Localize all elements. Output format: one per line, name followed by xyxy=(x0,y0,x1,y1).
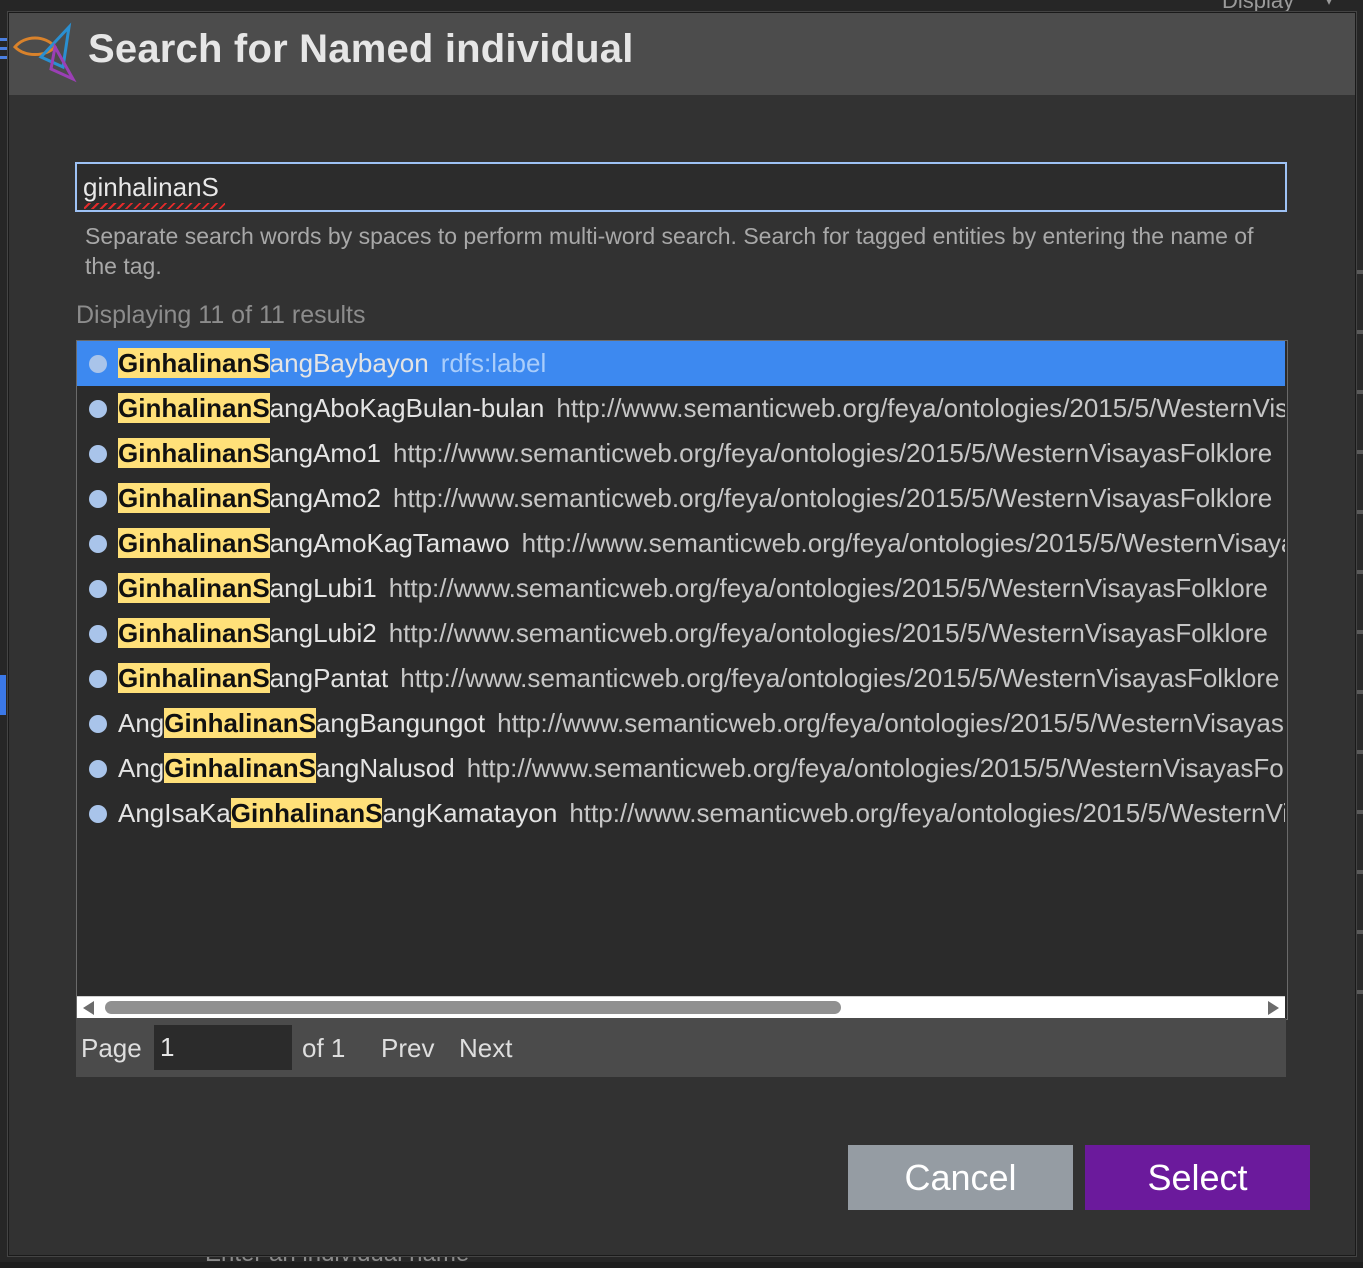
result-label: GinhalinanSangAmoKagTamawo http://www.sem… xyxy=(118,521,1285,566)
individual-bullet-icon xyxy=(89,715,107,733)
result-label: GinhalinanSangLubi2 http://www.semanticwe… xyxy=(118,611,1268,656)
result-suffix: angNalusod xyxy=(315,753,455,783)
result-detail: http://www.semanticweb.org/feya/ontologi… xyxy=(388,573,1268,603)
result-detail: http://www.semanticweb.org/feya/ontologi… xyxy=(393,438,1273,468)
result-match-highlight: GinhalinanS xyxy=(164,708,316,738)
page-number-input[interactable] xyxy=(154,1025,292,1070)
result-match-highlight: GinhalinanS xyxy=(118,618,270,648)
result-detail: http://www.semanticweb.org/feya/ontologi… xyxy=(400,663,1280,693)
background-scroll-markers xyxy=(1355,240,1363,1040)
result-row[interactable]: GinhalinanSangAmo1 http://www.semanticweb… xyxy=(77,431,1285,476)
result-detail: http://www.semanticweb.org/feya/ontologi… xyxy=(388,618,1268,648)
result-detail: http://www.semanticweb.org/feya/ontologi… xyxy=(556,393,1285,423)
result-label: AngGinhalinanSangNalusod http://www.seman… xyxy=(118,746,1285,791)
result-suffix: angAboKagBulan-bulan xyxy=(269,393,545,423)
scroll-left-icon[interactable] xyxy=(83,1001,94,1015)
result-label: AngIsaKaGinhalinanSangKamatayon http://ww… xyxy=(118,791,1285,836)
search-dialog: Search for Named individual Separate sea… xyxy=(8,12,1356,1256)
result-detail: http://www.semanticweb.org/feya/ontologi… xyxy=(466,753,1285,783)
result-match-highlight: GinhalinanS xyxy=(230,798,383,828)
app-logo-icon xyxy=(12,22,77,83)
result-match-highlight: GinhalinanS xyxy=(118,348,270,378)
result-row[interactable]: GinhalinanSangPantat http://www.semanticw… xyxy=(77,656,1285,701)
page-total-label: of 1 xyxy=(302,1033,346,1063)
result-row[interactable]: AngGinhalinanSangBangungot http://www.sem… xyxy=(77,701,1285,746)
result-suffix: angAmo2 xyxy=(269,483,381,513)
scroll-right-icon[interactable] xyxy=(1268,1001,1279,1015)
search-help-text: Separate search words by spaces to perfo… xyxy=(85,223,1254,279)
result-detail: rdfs:label xyxy=(440,348,547,378)
result-row[interactable]: GinhalinanSangBaybayon rdfs:label xyxy=(77,341,1285,386)
result-match-highlight: GinhalinanS xyxy=(118,528,270,558)
result-label: AngGinhalinanSangBangungot http://www.sem… xyxy=(118,701,1285,746)
individual-bullet-icon xyxy=(89,805,107,823)
result-label: GinhalinanSangBaybayon rdfs:label xyxy=(118,341,546,386)
result-suffix: angBangungot xyxy=(315,708,486,738)
result-row[interactable]: GinhalinanSangLubi1 http://www.semanticwe… xyxy=(77,566,1285,611)
results-count: Displaying 11 of 11 results xyxy=(76,301,366,329)
result-prefix: Ang xyxy=(118,753,165,783)
result-row[interactable]: AngGinhalinanSangNalusod http://www.seman… xyxy=(77,746,1285,791)
page-label: Page xyxy=(81,1033,142,1063)
result-row[interactable]: AngIsaKaGinhalinanSangKamatayon http://ww… xyxy=(77,791,1285,836)
individual-bullet-icon xyxy=(89,490,107,508)
result-label: GinhalinanSangPantat http://www.semanticw… xyxy=(118,656,1279,701)
cancel-button[interactable]: Cancel xyxy=(848,1145,1073,1210)
result-label: GinhalinanSangAmo2 http://www.semanticweb… xyxy=(118,476,1272,521)
horizontal-scrollbar[interactable] xyxy=(77,996,1285,1019)
result-suffix: angAmo1 xyxy=(269,438,381,468)
result-row[interactable]: GinhalinanSangAmo2 http://www.semanticweb… xyxy=(77,476,1285,521)
result-detail: http://www.semanticweb.org/feya/ontologi… xyxy=(569,798,1285,828)
result-suffix: angLubi2 xyxy=(269,618,377,648)
search-input[interactable] xyxy=(75,162,1287,212)
individual-bullet-icon xyxy=(89,535,107,553)
background-tab-indicator xyxy=(0,675,6,715)
result-suffix: angKamatayon xyxy=(382,798,558,828)
result-label: GinhalinanSangAmo1 http://www.semanticweb… xyxy=(118,431,1272,476)
select-button[interactable]: Select xyxy=(1085,1145,1310,1210)
result-suffix: angLubi1 xyxy=(269,573,377,603)
individual-bullet-icon xyxy=(89,400,107,418)
result-prefix: AngIsaKa xyxy=(118,798,231,828)
individual-bullet-icon xyxy=(89,580,107,598)
result-label: GinhalinanSangLubi1 http://www.semanticwe… xyxy=(118,566,1268,611)
result-detail: http://www.semanticweb.org/feya/ontologi… xyxy=(521,528,1285,558)
result-match-highlight: GinhalinanS xyxy=(118,483,270,513)
result-detail: http://www.semanticweb.org/feya/ontologi… xyxy=(393,483,1273,513)
result-row[interactable]: GinhalinanSangLubi2 http://www.semanticwe… xyxy=(77,611,1285,656)
individual-bullet-icon xyxy=(89,760,107,778)
results-list[interactable]: GinhalinanSangBaybayon rdfs:label Ginhalin… xyxy=(76,340,1288,1020)
result-match-highlight: GinhalinanS xyxy=(164,753,316,783)
result-prefix: Ang xyxy=(118,708,165,738)
result-row[interactable]: GinhalinanSangAboKagBulan-bulan http://ww… xyxy=(77,386,1285,431)
result-match-highlight: GinhalinanS xyxy=(118,663,270,693)
result-row[interactable]: GinhalinanSangAmoKagTamawo http://www.sem… xyxy=(77,521,1285,566)
individual-bullet-icon xyxy=(89,445,107,463)
result-match-highlight: GinhalinanS xyxy=(118,438,270,468)
individual-bullet-icon xyxy=(89,355,107,373)
prev-page-link[interactable]: Prev xyxy=(381,1033,434,1064)
scrollbar-thumb[interactable] xyxy=(105,1001,841,1014)
dialog-title: Search for Named individual xyxy=(88,27,634,71)
result-match-highlight: GinhalinanS xyxy=(118,573,270,603)
next-page-link[interactable]: Next xyxy=(459,1033,512,1064)
chevron-down-icon: ▾ xyxy=(1325,0,1334,9)
pagination-bar: Page of 1 Prev Next xyxy=(76,1018,1286,1077)
result-suffix: angBaybayon xyxy=(269,348,429,378)
individual-bullet-icon xyxy=(89,625,107,643)
result-detail: http://www.semanticweb.org/feya/ontologi… xyxy=(497,708,1285,738)
result-suffix: angAmoKagTamawo xyxy=(269,528,510,558)
dialog-titlebar: Search for Named individual xyxy=(9,13,1355,95)
hamburger-icon xyxy=(0,38,8,66)
result-label: GinhalinanSangAboKagBulan-bulan http://ww… xyxy=(118,386,1285,431)
result-suffix: angPantat xyxy=(269,663,389,693)
individual-bullet-icon xyxy=(89,670,107,688)
result-match-highlight: GinhalinanS xyxy=(118,393,270,423)
